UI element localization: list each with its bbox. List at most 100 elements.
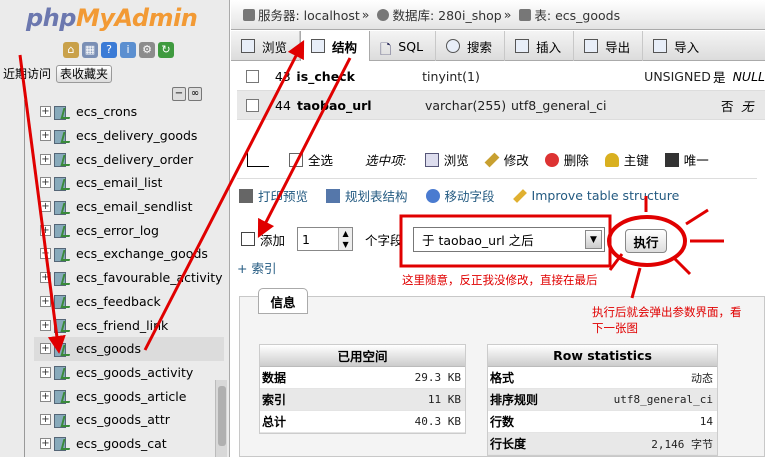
tab-insert[interactable]: 插入 — [505, 31, 575, 61]
tab-import[interactable]: 导入 — [643, 31, 711, 61]
browse-selected-button[interactable]: 浏览 — [424, 150, 469, 169]
settings-icon[interactable]: ⚙ — [139, 42, 155, 58]
breadcrumb-server[interactable]: 服务器: localhost — [258, 5, 360, 24]
info-tab[interactable]: 信息 — [258, 288, 308, 314]
table-name[interactable]: ecs_goods_article — [76, 389, 186, 404]
docs-icon[interactable]: i — [120, 42, 136, 58]
expand-icon[interactable]: + — [40, 201, 51, 213]
tab-sql[interactable]: 🗋 SQL — [370, 31, 437, 61]
tab-structure[interactable]: 结构 — [300, 31, 371, 61]
chevron-down-icon[interactable]: ▼ — [585, 230, 602, 249]
link-icon[interactable]: ∞ — [188, 87, 202, 101]
expand-icon[interactable]: + — [40, 295, 51, 307]
column-count-input[interactable]: 1 ▲ ▼ — [297, 227, 354, 251]
reload-icon[interactable]: ↻ — [158, 42, 174, 58]
expand-icon[interactable]: + — [40, 414, 51, 426]
table-name[interactable]: ecs_goods_cat — [76, 436, 167, 451]
table-name[interactable]: ecs_favourable_activity — [76, 270, 223, 285]
primary-key-button[interactable]: 主键 — [604, 150, 649, 169]
row-checkbox[interactable] — [246, 69, 259, 83]
sidebar-table-item[interactable]: + ecs_goods_attr — [34, 408, 224, 432]
phpmyadmin-logo[interactable]: phpMyAdmin — [26, 4, 198, 32]
table-name[interactable]: ecs_feedback — [76, 294, 161, 309]
select-all-checkbox[interactable]: 全选 — [289, 150, 333, 169]
expand-icon[interactable]: + — [40, 343, 51, 355]
breadcrumb-table[interactable]: 表: ecs_goods — [534, 5, 620, 24]
sidebar-table-item[interactable]: + ecs_crons — [34, 100, 224, 124]
table-name[interactable]: ecs_friend_link — [76, 318, 168, 333]
table-icon[interactable] — [54, 224, 70, 239]
table-name[interactable]: ecs_exchange_goods — [76, 246, 208, 261]
print-view-link[interactable]: 打印预览 — [239, 186, 308, 205]
table-name[interactable]: ecs_delivery_goods — [76, 128, 197, 143]
sidebar-table-item[interactable]: + ecs_delivery_order — [34, 147, 224, 171]
table-icon[interactable] — [54, 319, 70, 334]
table-name[interactable]: ecs_delivery_order — [76, 152, 193, 167]
table-icon[interactable] — [54, 247, 70, 262]
table-icon[interactable] — [54, 342, 70, 357]
table-name[interactable]: ecs_crons — [76, 104, 137, 119]
table-icon[interactable] — [54, 366, 70, 381]
column-position-select[interactable]: 于 taobao_url 之后 ▼ — [413, 227, 605, 252]
sidebar-table-item[interactable]: + ecs_email_sendlist — [34, 195, 224, 219]
exit-icon[interactable]: ▦ — [82, 42, 98, 58]
table-name[interactable]: ecs_goods_attr — [76, 412, 170, 427]
row-checkbox[interactable] — [246, 98, 259, 112]
recent-tables-button[interactable]: 近期访问 — [2, 65, 52, 83]
favorite-tables-button[interactable]: 表收藏夹 — [56, 65, 113, 83]
table-name[interactable]: ecs_goods_activity — [76, 365, 193, 380]
table-icon[interactable] — [54, 105, 70, 120]
table-name[interactable]: ecs_error_log — [76, 223, 159, 238]
table-icon[interactable] — [54, 129, 70, 144]
sidebar-table-item[interactable]: + ecs_exchange_goods — [34, 242, 224, 266]
spinner-icon[interactable]: ▲ ▼ — [338, 228, 353, 250]
indexes-toggle-link[interactable]: + 索引 — [237, 258, 276, 277]
sidebar-table-item[interactable]: + ecs_friend_link — [34, 313, 224, 337]
tab-export[interactable]: 导出 — [574, 31, 644, 61]
expand-icon[interactable]: + — [40, 272, 51, 284]
breadcrumb-database[interactable]: 数据库: 280i_shop — [392, 5, 501, 24]
execute-button[interactable]: 执行 — [625, 229, 667, 253]
sidebar-table-item[interactable]: + ecs_goods_article — [34, 384, 224, 408]
home-icon[interactable]: ⌂ — [63, 42, 79, 58]
relation-view-link[interactable]: 规划表结构 — [326, 186, 408, 205]
collapse-all-icon[interactable]: − — [172, 87, 186, 101]
sidebar-table-item[interactable]: + ecs_error_log — [34, 218, 224, 242]
sidebar-table-item[interactable]: + ecs_goods_activity — [34, 361, 224, 385]
improve-structure-link[interactable]: Improve table structure — [512, 188, 679, 203]
expand-icon[interactable]: + — [40, 177, 51, 189]
table-icon[interactable] — [54, 437, 70, 452]
drop-selected-button[interactable]: 删除 — [544, 150, 589, 169]
table-icon[interactable] — [54, 390, 70, 405]
sidebar-table-item[interactable]: + ecs_feedback — [34, 290, 224, 314]
sidebar-table-item[interactable]: + ecs_favourable_activity — [34, 266, 224, 290]
unique-button[interactable]: 唯一 — [664, 150, 709, 169]
expand-icon[interactable]: + — [40, 437, 51, 449]
expand-icon[interactable]: + — [40, 130, 51, 142]
table-name[interactable]: ecs_email_sendlist — [76, 199, 192, 214]
table-icon[interactable] — [54, 176, 70, 191]
expand-icon[interactable]: + — [40, 224, 51, 236]
expand-icon[interactable]: + — [40, 153, 51, 165]
expand-icon[interactable]: + — [40, 106, 51, 118]
move-columns-link[interactable]: 移动字段 — [425, 186, 495, 205]
expand-icon[interactable]: + — [40, 366, 51, 378]
nav-scrollbar[interactable] — [215, 380, 227, 457]
table-icon[interactable] — [54, 271, 70, 286]
help-icon[interactable]: ? — [101, 42, 117, 58]
table-icon[interactable] — [54, 413, 70, 428]
table-icon[interactable] — [54, 153, 70, 168]
sidebar-table-item[interactable]: + ecs_goods_cat — [34, 432, 224, 456]
sidebar-table-item[interactable]: + ecs_delivery_goods — [34, 124, 224, 148]
tab-browse[interactable]: 浏览 — [231, 31, 301, 61]
table-icon[interactable] — [54, 200, 70, 215]
change-selected-button[interactable]: 修改 — [484, 150, 529, 169]
sidebar-table-item[interactable]: + ecs_email_list — [34, 171, 224, 195]
table-name[interactable]: ecs_email_list — [76, 175, 162, 190]
table-name[interactable]: ecs_goods — [76, 341, 141, 356]
expand-icon[interactable]: + — [40, 390, 51, 402]
expand-icon[interactable]: + — [40, 248, 51, 260]
table-icon[interactable] — [54, 295, 70, 310]
expand-icon[interactable]: + — [40, 319, 51, 331]
sidebar-table-item[interactable]: + ecs_goods — [34, 336, 224, 361]
